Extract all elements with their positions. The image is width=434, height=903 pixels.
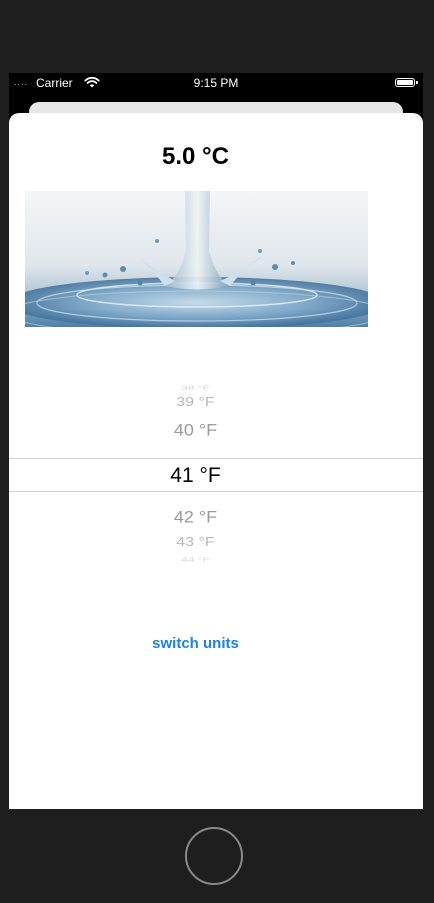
home-button[interactable] <box>185 827 243 885</box>
battery-icon <box>395 78 418 87</box>
screen: .... Carrier 9:15 PM 5.0 °C 38 °F 39 °F … <box>9 73 423 809</box>
picker-item[interactable]: 43 °F <box>9 536 382 550</box>
picker-item[interactable]: 42 °F <box>9 508 382 528</box>
status-time: 9:15 PM <box>193 76 239 90</box>
modal-sheet: 5.0 °C 38 °F 39 °F 40 °F 41 °F 42 °F 43 … <box>9 113 423 809</box>
picker-selected-item[interactable]: 41 °F <box>9 464 382 488</box>
picker-item[interactable]: 40 °F <box>9 421 382 441</box>
temperature-label: 5.0 °C <box>162 143 229 170</box>
temperature-picker[interactable]: 38 °F 39 °F 40 °F 41 °F 42 °F 43 °F 44 °… <box>9 381 423 567</box>
water-splash-image <box>25 191 368 327</box>
device-frame: .... Carrier 9:15 PM 5.0 °C 38 °F 39 °F … <box>0 0 434 903</box>
picker-item[interactable]: 38 °F <box>9 384 382 392</box>
status-bar: .... Carrier 9:15 PM <box>9 73 423 93</box>
picker-item[interactable]: 39 °F <box>9 396 382 410</box>
switch-units-button[interactable]: switch units <box>9 635 382 652</box>
picker-item[interactable]: 44 °F <box>9 556 382 564</box>
